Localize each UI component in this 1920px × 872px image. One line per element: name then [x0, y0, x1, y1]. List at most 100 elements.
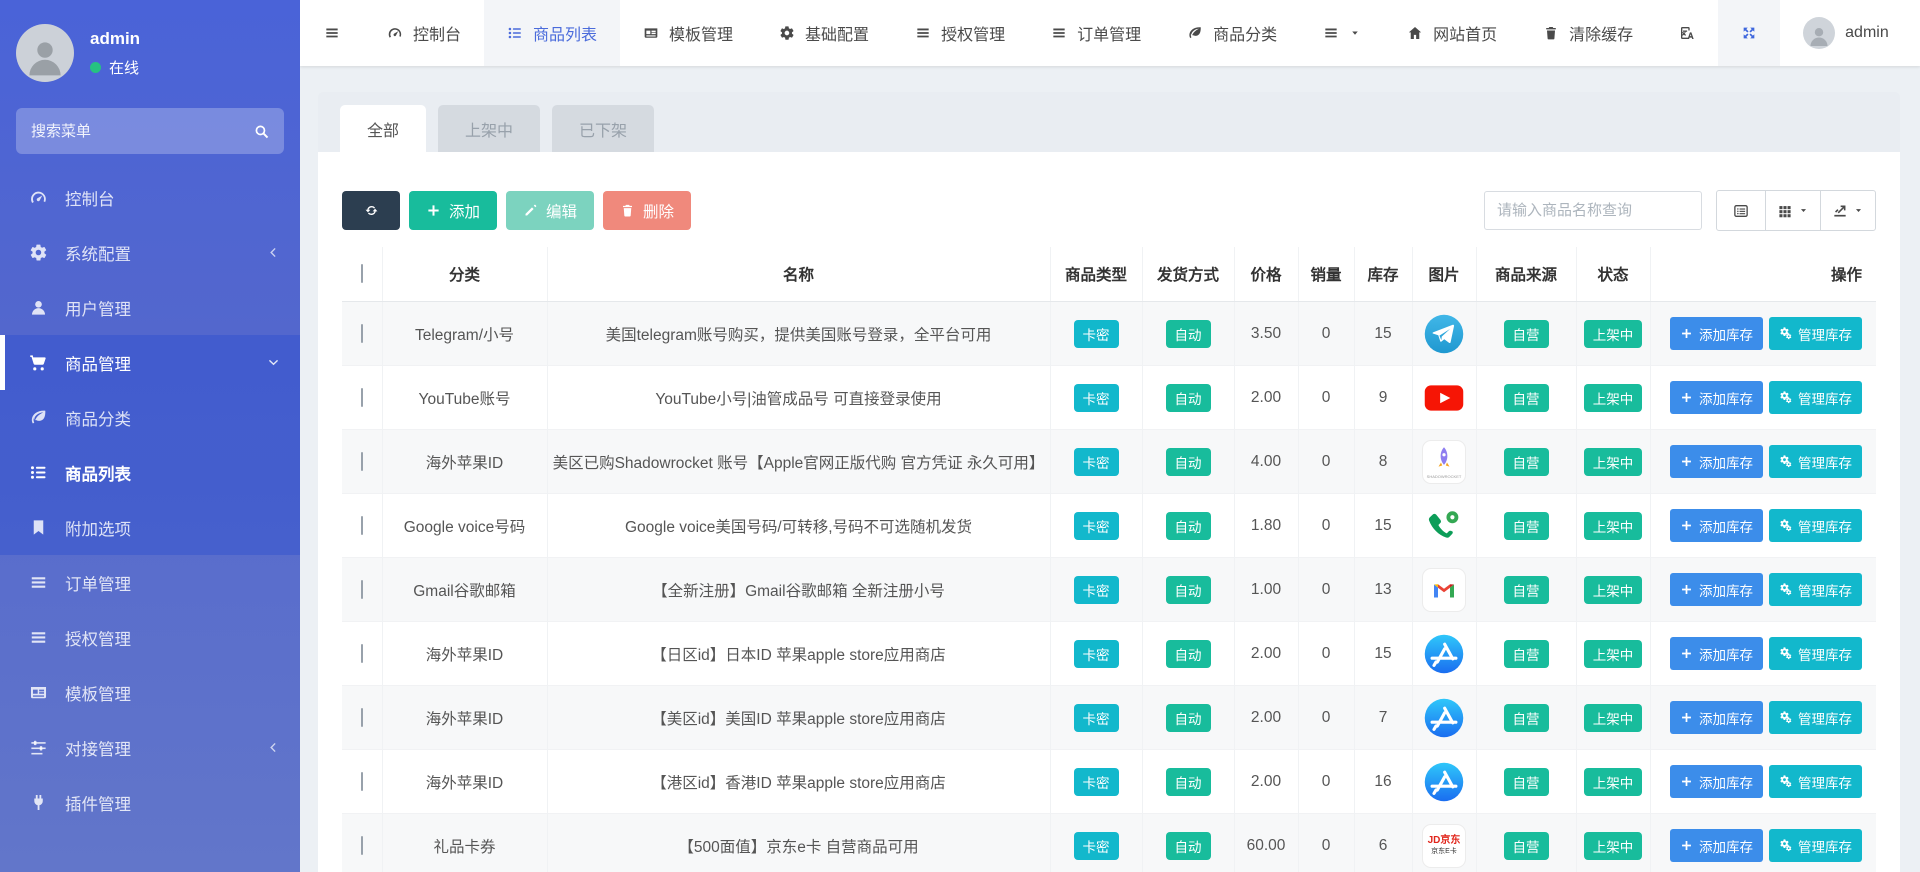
row-checkbox[interactable] [361, 452, 363, 471]
source-cell: 自营 [1476, 494, 1576, 558]
sidebar-item-label: 控制台 [65, 186, 115, 210]
google-voice-product-image [1423, 505, 1465, 547]
add-stock-button[interactable]: 添加库存 [1670, 573, 1763, 606]
sidebar-item-label: 授权管理 [65, 626, 131, 650]
nav-item-模板管理[interactable]: 模板管理 [620, 0, 756, 66]
actions-cell: 添加库存管理库存 [1650, 750, 1876, 814]
sidebar-item-控制台[interactable]: 控制台 [0, 170, 300, 225]
manage-stock-button[interactable]: 管理库存 [1769, 509, 1862, 542]
row-checkbox[interactable] [361, 708, 363, 727]
language-toggle[interactable] [1656, 0, 1718, 66]
sidebar-item-商品列表[interactable]: 商品列表 [0, 445, 300, 500]
manage-stock-button[interactable]: 管理库存 [1769, 765, 1862, 798]
menu-icon [27, 573, 49, 592]
product-search-input[interactable] [1484, 191, 1702, 230]
manage-stock-button[interactable]: 管理库存 [1769, 573, 1862, 606]
manage-stock-button[interactable]: 管理库存 [1769, 317, 1862, 350]
sidebar-toggle-button[interactable] [300, 0, 364, 66]
sidebar-item-模板管理[interactable]: 模板管理 [0, 665, 300, 720]
add-stock-button[interactable]: 添加库存 [1670, 381, 1763, 414]
type-cell: 卡密 [1050, 750, 1142, 814]
menu-icon [1051, 25, 1067, 41]
nav-item-授权管理[interactable]: 授权管理 [892, 0, 1028, 66]
actions-cell: 添加库存管理库存 [1650, 814, 1876, 872]
manage-stock-button[interactable]: 管理库存 [1769, 381, 1862, 414]
user-status-label: 在线 [109, 57, 139, 78]
row-checkbox[interactable] [361, 388, 363, 407]
sidebar-item-用户管理[interactable]: 用户管理 [0, 280, 300, 335]
gear-icon [27, 243, 49, 262]
nav-item-控制台[interactable]: 控制台 [364, 0, 484, 66]
add-stock-button[interactable]: 添加库存 [1670, 701, 1763, 734]
manage-stock-button[interactable]: 管理库存 [1769, 637, 1862, 670]
menu-icon [1323, 25, 1339, 41]
sidebar-search-input[interactable] [16, 123, 238, 140]
row-select-cell [342, 814, 382, 872]
edit-button[interactable]: 编辑 [506, 191, 594, 230]
status-cell: 上架中 [1576, 366, 1650, 430]
manage-stock-button[interactable]: 管理库存 [1769, 829, 1862, 862]
export-button[interactable] [1820, 190, 1876, 231]
sidebar-search-button[interactable] [238, 108, 284, 154]
plus-icon [1680, 583, 1693, 596]
delivery-cell: 自动 [1142, 750, 1234, 814]
add-stock-button[interactable]: 添加库存 [1670, 765, 1763, 798]
add-stock-button[interactable]: 添加库存 [1670, 829, 1763, 862]
manage-stock-button[interactable]: 管理库存 [1769, 701, 1862, 734]
app-store-product-image [1423, 697, 1465, 739]
row-checkbox[interactable] [361, 580, 363, 599]
language-icon [1679, 25, 1695, 41]
sidebar-item-订单管理[interactable]: 订单管理 [0, 555, 300, 610]
tab-上架中[interactable]: 上架中 [438, 105, 540, 152]
column-header-商品来源: 商品来源 [1476, 247, 1576, 302]
select-all-checkbox[interactable] [361, 264, 363, 283]
nav-item-订单管理[interactable]: 订单管理 [1028, 0, 1164, 66]
sidebar-item-商品管理[interactable]: 商品管理 [0, 335, 300, 390]
tab-已下架[interactable]: 已下架 [552, 105, 654, 152]
delivery-badge: 自动 [1166, 704, 1211, 732]
column-header-价格: 价格 [1234, 247, 1298, 302]
add-stock-button[interactable]: 添加库存 [1670, 445, 1763, 478]
detail-view-button[interactable] [1716, 190, 1766, 231]
add-stock-button[interactable]: 添加库存 [1670, 509, 1763, 542]
clear-cache-link[interactable]: 清除缓存 [1520, 0, 1656, 66]
type-badge: 卡密 [1074, 640, 1119, 668]
plus-icon [1680, 519, 1693, 532]
sidebar-item-商品分类[interactable]: 商品分类 [0, 390, 300, 445]
table-toolbar: 添加编辑删除 [342, 190, 1876, 231]
sidebar-item-附加选项[interactable]: 附加选项 [0, 500, 300, 555]
add-stock-button[interactable]: 添加库存 [1670, 317, 1763, 350]
row-checkbox[interactable] [361, 772, 363, 791]
site-home-link[interactable]: 网站首页 [1384, 0, 1520, 66]
newspaper-icon [27, 683, 49, 702]
sidebar-item-对接管理[interactable]: 对接管理 [0, 720, 300, 775]
manage-stock-button[interactable]: 管理库存 [1769, 445, 1862, 478]
table-row: 海外苹果ID【美区id】美国ID 苹果apple store应用商店卡密自动2.… [342, 686, 1876, 750]
add-button[interactable]: 添加 [409, 191, 497, 230]
nav-item-商品分类[interactable]: 商品分类 [1164, 0, 1300, 66]
row-checkbox[interactable] [361, 644, 363, 663]
row-checkbox[interactable] [361, 324, 363, 343]
plus-icon [426, 203, 441, 218]
more-menu-dropdown[interactable] [1300, 0, 1384, 66]
row-checkbox[interactable] [361, 836, 363, 855]
refresh-button[interactable] [342, 191, 400, 230]
nav-item-基础配置[interactable]: 基础配置 [756, 0, 892, 66]
price-cell: 1.80 [1234, 494, 1298, 558]
row-checkbox[interactable] [361, 516, 363, 535]
user-menu[interactable]: admin [1780, 0, 1912, 66]
trash-icon [620, 203, 635, 218]
settings-menu[interactable] [1912, 0, 1920, 66]
columns-button[interactable] [1765, 190, 1821, 231]
sidebar-item-插件管理[interactable]: 插件管理 [0, 775, 300, 830]
sidebar-item-系统配置[interactable]: 系统配置 [0, 225, 300, 280]
tab-全部[interactable]: 全部 [340, 105, 426, 152]
add-stock-button[interactable]: 添加库存 [1670, 637, 1763, 670]
fullscreen-toggle[interactable] [1718, 0, 1780, 66]
delivery-badge: 自动 [1166, 512, 1211, 540]
avatar[interactable] [16, 24, 74, 82]
delete-button[interactable]: 删除 [603, 191, 691, 230]
nav-item-商品列表[interactable]: 商品列表 [484, 0, 620, 66]
sidebar-item-授权管理[interactable]: 授权管理 [0, 610, 300, 665]
table-row: 海外苹果ID【港区id】香港ID 苹果apple store应用商店卡密自动2.… [342, 750, 1876, 814]
